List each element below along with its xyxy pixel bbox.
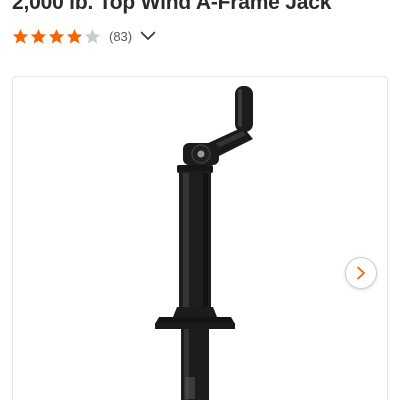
- review-count[interactable]: (83): [109, 29, 132, 44]
- star-icon: [48, 28, 65, 44]
- product-image: [155, 86, 253, 400]
- star-icon: [12, 28, 29, 44]
- chevron-right-icon: [357, 266, 365, 280]
- chevron-down-icon[interactable]: [140, 30, 156, 42]
- star-rating: [12, 28, 102, 45]
- product-title: 2,000 lb. Top Wind A-Frame Jack: [12, 0, 332, 14]
- next-image-button[interactable]: [345, 257, 377, 289]
- star-icon: [30, 28, 47, 44]
- rating-summary[interactable]: (83): [12, 25, 156, 47]
- star-empty-icon: [84, 28, 101, 44]
- star-icon: [66, 28, 83, 44]
- product-page: 2,000 lb. Top Wind A-Frame Jack (83): [0, 0, 400, 400]
- product-image-gallery[interactable]: [12, 76, 388, 400]
